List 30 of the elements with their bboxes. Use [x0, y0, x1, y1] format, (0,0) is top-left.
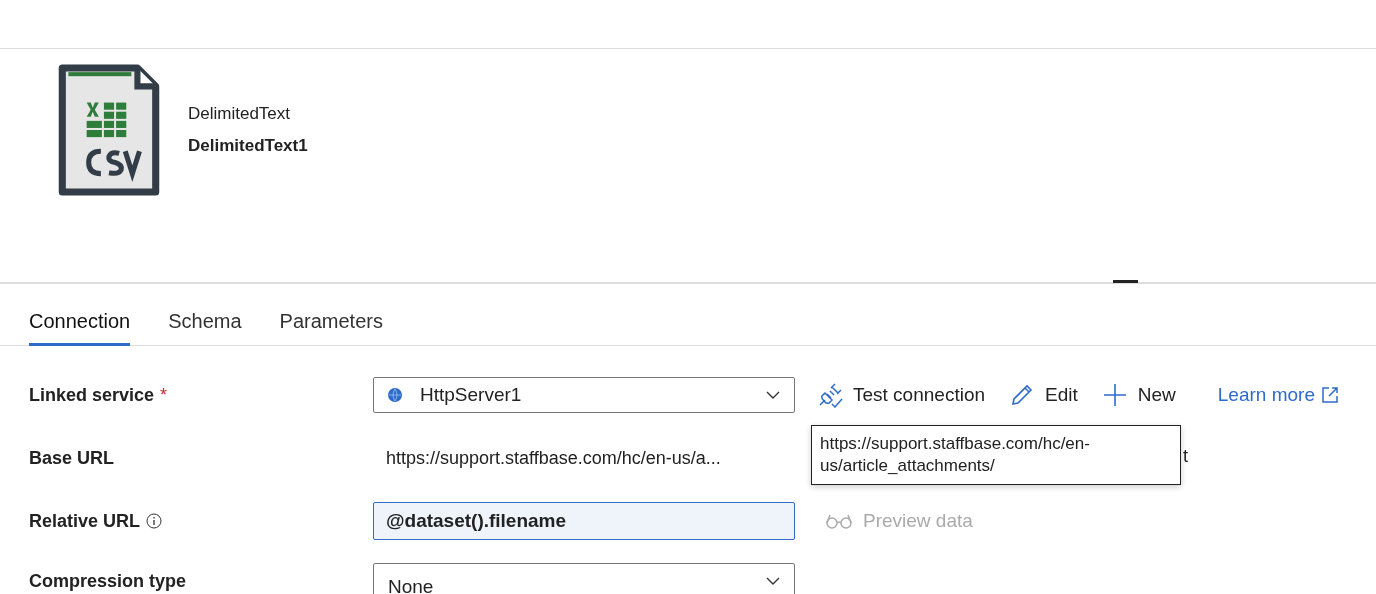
compression-type-dropdown[interactable]: None [373, 563, 795, 594]
base-url-value: https://support.staffbase.com/hc/en-us/a... [386, 447, 721, 468]
external-link-icon [1320, 386, 1339, 404]
tab[interactable]: Parameters [279, 308, 383, 346]
field-label: Base URL [29, 447, 115, 469]
glasses-icon [825, 513, 853, 529]
plug-check-icon [817, 382, 843, 408]
tab[interactable]: Connection [29, 308, 131, 346]
plus-icon [1101, 382, 1128, 408]
action-button[interactable]: Test connection [815, 382, 988, 408]
field-label: Linked service [29, 384, 155, 406]
globe-icon [388, 388, 402, 402]
tab[interactable]: Schema [168, 308, 242, 346]
linked-service-dropdown[interactable]: HttpServer1 [373, 377, 795, 413]
action-button[interactable]: New [1099, 382, 1178, 408]
field-label: Compression type [29, 570, 187, 592]
relative-url-field[interactable]: @dataset().filename [373, 502, 795, 540]
splitter-handle[interactable] [1113, 280, 1138, 283]
csv-file-icon [58, 64, 160, 196]
field-label: Relative URL [29, 510, 141, 532]
required-mark: * [160, 384, 168, 406]
chevron-down-icon [766, 577, 780, 585]
dataset-type: DelimitedText [188, 104, 292, 124]
info-icon [146, 513, 163, 529]
chevron-down-icon [766, 391, 780, 399]
tooltip: https://support.staffbase.com/hc/en-us/article_attachments/ [811, 425, 1181, 485]
dataset-name: DelimitedText1 [188, 136, 308, 156]
text-fragment: t [1183, 446, 1188, 467]
learn-more-link[interactable]: Learn more [1217, 384, 1339, 406]
action-button[interactable]: Edit [1007, 382, 1080, 408]
